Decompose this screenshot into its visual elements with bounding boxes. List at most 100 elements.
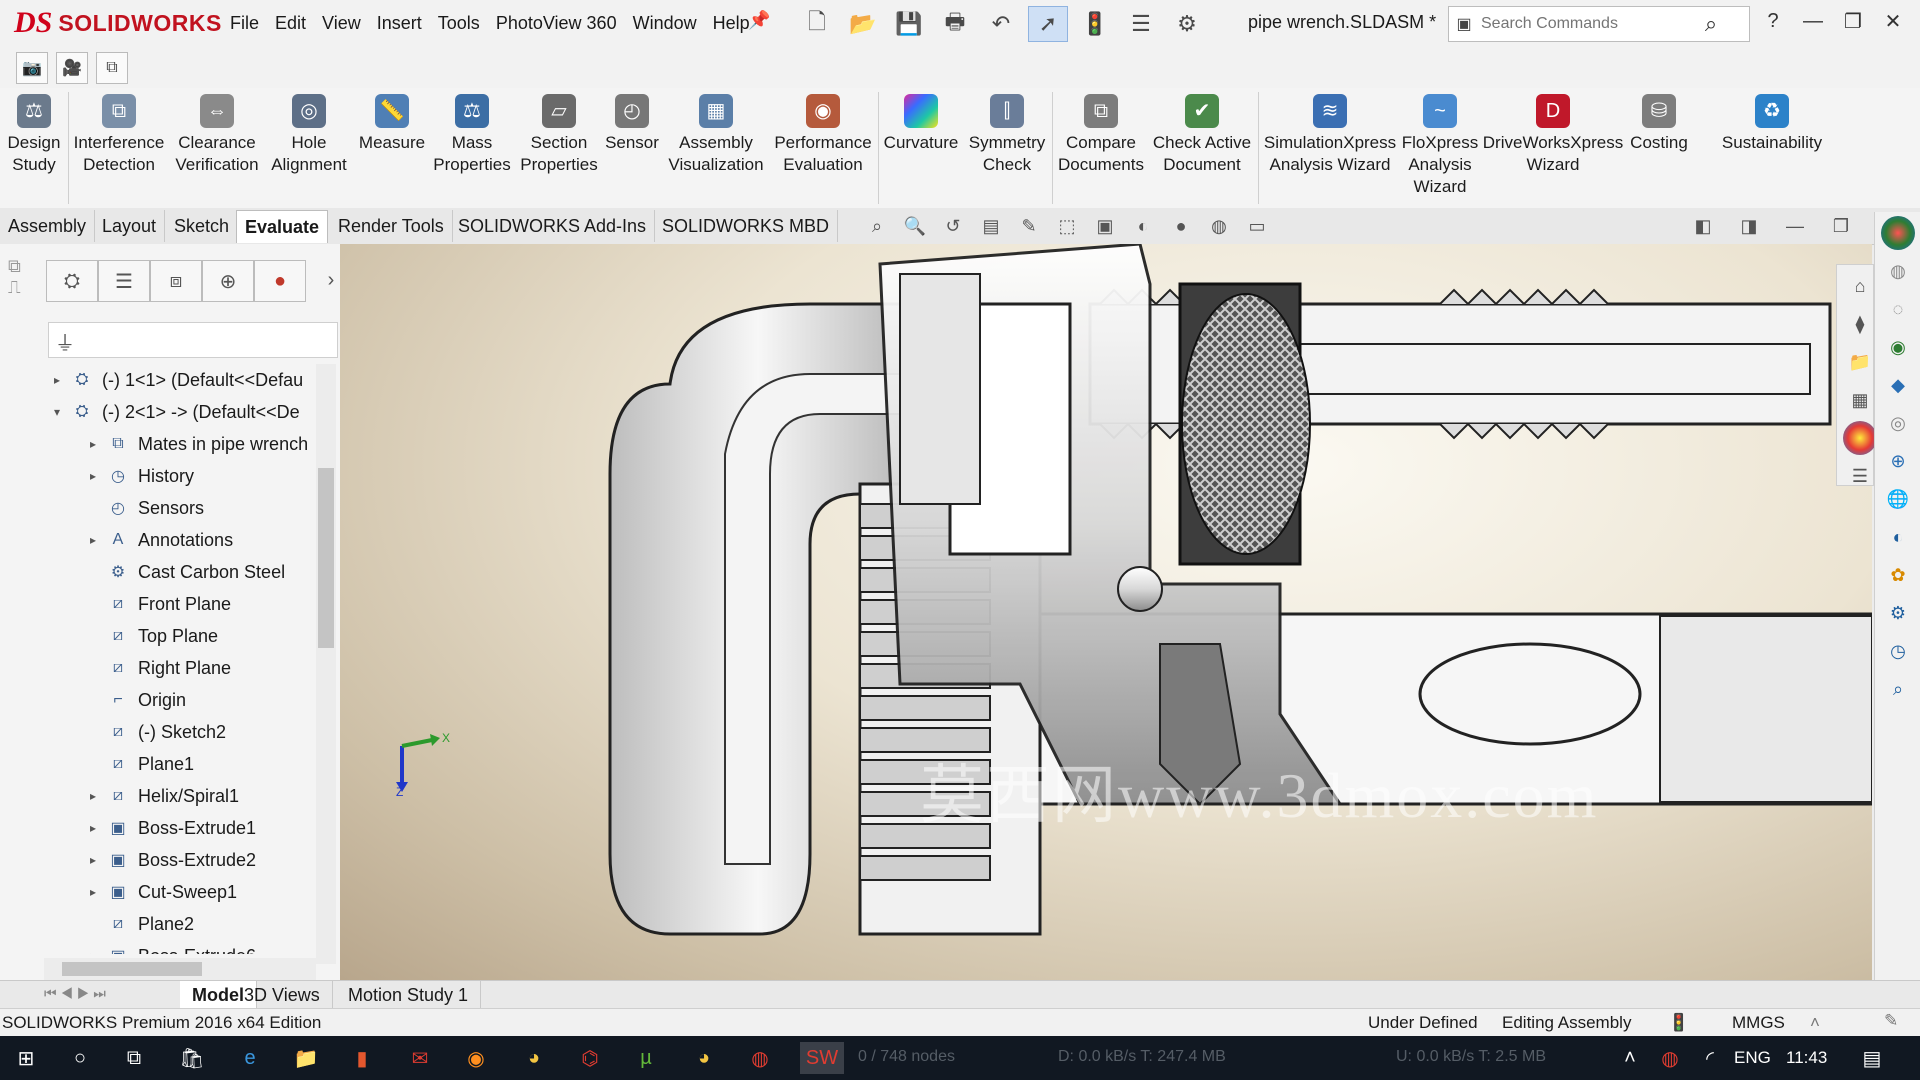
settings-globe-icon[interactable]: ⚙ bbox=[1881, 596, 1915, 630]
configuration-manager-tab-icon[interactable]: ⧈ bbox=[150, 260, 202, 302]
wifi-icon[interactable]: ◜ bbox=[1690, 1042, 1730, 1074]
design-study-button[interactable]: ⚖ Design Study bbox=[4, 94, 64, 176]
utorrent-icon[interactable]: µ bbox=[626, 1042, 666, 1074]
hide-show-items-icon[interactable]: ◐ bbox=[1128, 212, 1158, 240]
performance-evaluation-button[interactable]: ◉ Performance Evaluation bbox=[772, 94, 874, 176]
open-document-icon[interactable]: 📂 bbox=[844, 7, 882, 41]
search-globe-icon[interactable]: ⌕ bbox=[1881, 672, 1915, 706]
section-view-icon[interactable]: ▤ bbox=[976, 212, 1006, 240]
mass-properties-button[interactable]: ⚖ Mass Properties bbox=[432, 94, 512, 176]
tab-solidworks-addins[interactable]: SOLIDWORKS Add-Ins bbox=[450, 210, 656, 242]
scenes-icon[interactable]: ◎ bbox=[1881, 406, 1915, 440]
tab-scroll-arrows-icon[interactable]: ⏮ ◀ ▶ ⏭ bbox=[44, 985, 106, 1002]
expand-arrow-icon[interactable]: ▸ bbox=[80, 885, 106, 899]
tree-item[interactable]: ▸ ⧄ Helix/Spiral1 bbox=[44, 780, 312, 812]
menu-insert[interactable]: Insert bbox=[369, 9, 430, 38]
tree-vertical-scrollbar[interactable] bbox=[316, 364, 336, 964]
solidworks-logo[interactable]: DS SOLIDWORKS bbox=[14, 4, 221, 42]
copy-view-icon[interactable]: ⧉ bbox=[96, 52, 128, 84]
expand-arrow-icon[interactable]: ▸ bbox=[80, 469, 106, 483]
rebuild-icon[interactable]: 🚦 bbox=[1076, 7, 1114, 41]
record-icon[interactable]: 🎥 bbox=[56, 52, 88, 84]
zoom-to-fit-icon[interactable]: ⌕ bbox=[862, 212, 892, 240]
mail-app-icon[interactable]: ✉ bbox=[400, 1042, 440, 1074]
property-manager-tab-icon[interactable]: ☰ bbox=[98, 260, 150, 302]
filter-icon[interactable]: ⏚ bbox=[55, 327, 75, 356]
menu-photoview[interactable]: PhotoView 360 bbox=[488, 9, 625, 38]
measure-button[interactable]: 📏 Measure bbox=[356, 94, 428, 154]
acrobat-icon[interactable]: ⌬ bbox=[570, 1042, 610, 1074]
appearances-icon[interactable] bbox=[1843, 421, 1877, 455]
status-bar-icon[interactable]: ✎ bbox=[1884, 1011, 1898, 1031]
firefox-icon[interactable]: ◉ bbox=[456, 1042, 496, 1074]
cortana-search-icon[interactable]: ○ bbox=[60, 1042, 100, 1074]
edge-browser-icon[interactable]: e bbox=[230, 1042, 270, 1074]
interference-detection-button[interactable]: ⧉ Interference Detection bbox=[70, 94, 168, 176]
assembly-visualization-button[interactable]: ▦ Assembly Visualization bbox=[664, 94, 768, 176]
globe-icon[interactable]: 🌐 bbox=[1881, 482, 1915, 516]
dimxpert-manager-tab-icon[interactable]: ⊕ bbox=[202, 260, 254, 302]
tree-item[interactable]: ⌐ Origin bbox=[44, 684, 312, 716]
display-manager-tab-icon[interactable]: ● bbox=[254, 260, 306, 302]
expand-arrow-icon[interactable]: ▸ bbox=[80, 949, 106, 954]
tree-item[interactable]: ▸ ▣ Cut-Sweep1 bbox=[44, 876, 312, 908]
tab-evaluate[interactable]: Evaluate bbox=[236, 210, 329, 243]
options-gear-icon[interactable]: ⚙ bbox=[1168, 7, 1206, 41]
zoom-to-area-icon[interactable]: 🔍 bbox=[900, 212, 930, 240]
pin-menu-icon[interactable]: 📌 bbox=[748, 10, 770, 32]
file-explorer-icon[interactable]: 📁 bbox=[1843, 345, 1877, 379]
simulationxpress-button[interactable]: ≋ SimulationXpress Analysis Wizard bbox=[1260, 94, 1400, 176]
file-properties-icon[interactable]: ☰ bbox=[1122, 7, 1160, 41]
previous-view-icon[interactable]: ↺ bbox=[938, 212, 968, 240]
menu-window[interactable]: Window bbox=[625, 9, 705, 38]
expand-arrow-icon[interactable]: ▸ bbox=[44, 373, 70, 387]
new-document-icon[interactable]: 🗋 bbox=[798, 7, 836, 41]
menu-view[interactable]: View bbox=[314, 9, 369, 38]
compare-documents-button[interactable]: ⧉ Compare Documents bbox=[1054, 94, 1148, 176]
app-red-icon[interactable]: ◍ bbox=[740, 1042, 780, 1074]
expand-arrow-icon[interactable]: ▸ bbox=[80, 821, 106, 835]
search-icon[interactable]: ⌕ bbox=[1693, 11, 1729, 37]
tree-item[interactable]: ▸ ⛭ (-) 1<1> (Default<<Defau bbox=[44, 364, 312, 396]
home-view-icon[interactable]: ⌂ bbox=[1843, 269, 1877, 303]
tree-hscroll-thumb[interactable] bbox=[62, 962, 202, 976]
file-explorer-taskbar-icon[interactable]: 📁 bbox=[286, 1042, 326, 1074]
tree-item[interactable]: ⧄ Plane2 bbox=[44, 908, 312, 940]
language-indicator[interactable]: ENG bbox=[1734, 1048, 1771, 1068]
tab-layout[interactable]: Layout bbox=[94, 210, 166, 242]
network-icon[interactable]: ◐ bbox=[1881, 520, 1915, 554]
tree-filter[interactable]: ⏚ bbox=[48, 322, 338, 358]
hole-alignment-button[interactable]: ◎ Hole Alignment bbox=[266, 94, 352, 176]
design-library-icon[interactable]: ◍ bbox=[1881, 254, 1915, 288]
tree-item[interactable]: ▸ ⧉ Mates in pipe wrench bbox=[44, 428, 312, 460]
parts-icon[interactable]: ⧫ bbox=[1843, 307, 1877, 341]
menu-tools[interactable]: Tools bbox=[430, 9, 488, 38]
tree-item[interactable]: ▸ ▣ Boss-Extrude2 bbox=[44, 844, 312, 876]
save-icon[interactable]: 💾 bbox=[890, 7, 928, 41]
pipe-wrench-model[interactable] bbox=[340, 244, 1872, 980]
units-chevron-icon[interactable]: ˄ bbox=[1810, 1013, 1820, 1033]
tile-left-icon[interactable]: ◧ bbox=[1688, 212, 1718, 240]
camera-icon[interactable]: 📷 bbox=[16, 52, 48, 84]
chrome-second-icon[interactable]: ◕ bbox=[684, 1042, 724, 1074]
tree-item[interactable]: ⧄ Top Plane bbox=[44, 620, 312, 652]
community-icon[interactable]: ✿ bbox=[1881, 558, 1915, 592]
store-icon[interactable]: 🛍 bbox=[172, 1042, 212, 1074]
tree-item[interactable]: ▾ ⛭ (-) 2<1> -> (Default<<De bbox=[44, 396, 312, 428]
tree-item[interactable]: ⧄ Front Plane bbox=[44, 588, 312, 620]
viewport-minimize-icon[interactable]: — bbox=[1780, 212, 1810, 240]
help-icon[interactable]: ? bbox=[1758, 6, 1788, 36]
expand-arrow-icon[interactable]: ▸ bbox=[80, 853, 106, 867]
solidworks-resources-icon[interactable] bbox=[1881, 216, 1915, 250]
expand-arrow-icon[interactable]: ▸ bbox=[80, 437, 106, 451]
menu-file[interactable]: File bbox=[222, 9, 267, 38]
tree-item[interactable]: ⧄ Plane1 bbox=[44, 748, 312, 780]
undo-icon[interactable]: ↶ bbox=[982, 7, 1020, 41]
viewport-restore-icon[interactable]: ❐ bbox=[1826, 212, 1856, 240]
tab-motion-study[interactable]: Motion Study 1 bbox=[336, 981, 482, 1009]
solidworks-taskbar-icon[interactable]: SW bbox=[800, 1042, 844, 1074]
appearances-pane-icon[interactable]: ◆ bbox=[1881, 368, 1915, 402]
file-explorer-pane-icon[interactable]: ◌ bbox=[1881, 292, 1915, 326]
tree-item[interactable]: ▸▣ Boss-Extrude6 bbox=[44, 940, 312, 955]
custom-properties-pane-icon[interactable]: ⊕ bbox=[1881, 444, 1915, 478]
